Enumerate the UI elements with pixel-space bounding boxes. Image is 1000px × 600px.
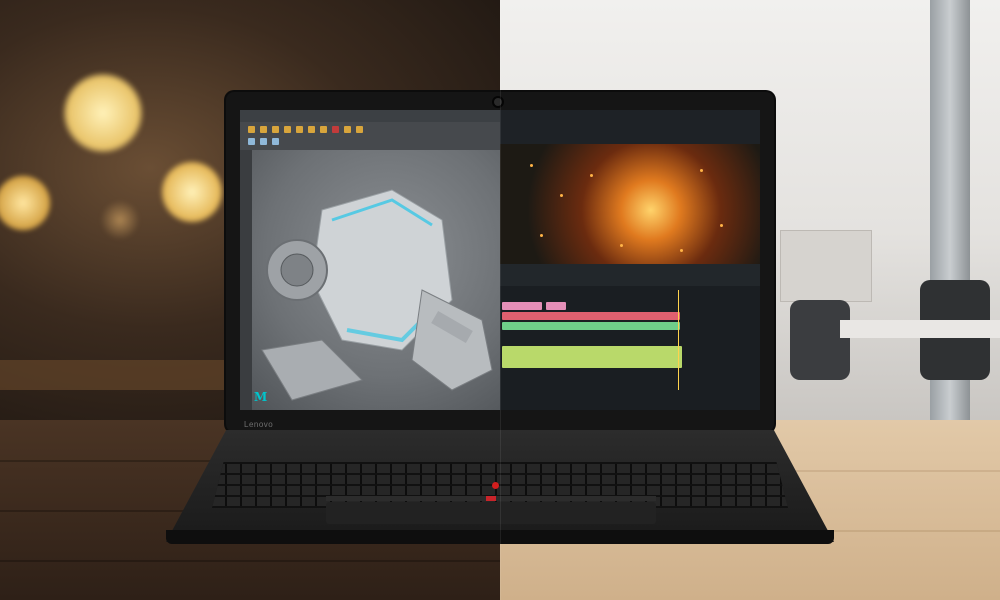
tool-icon <box>248 138 255 145</box>
office-desk <box>840 320 1000 338</box>
modeling-app-window: M <box>240 110 500 410</box>
spark <box>530 164 533 167</box>
tool-icon <box>260 138 267 145</box>
spark <box>700 169 703 172</box>
office-shelf <box>780 230 872 302</box>
3d-viewport: M <box>252 150 500 410</box>
spark <box>620 244 623 247</box>
tool-icon <box>272 138 279 145</box>
spark <box>590 174 593 177</box>
robot-model <box>261 189 493 401</box>
tool-icon <box>284 126 291 133</box>
video-editor-window <box>500 110 760 410</box>
spark <box>680 249 683 252</box>
bokeh-light <box>0 174 52 232</box>
maya-logo-icon: M <box>254 390 268 404</box>
tool-icon <box>308 126 315 133</box>
tool-icon <box>344 126 351 133</box>
video-preview <box>500 144 760 264</box>
tool-icon <box>260 126 267 133</box>
touchpad-button-accent <box>486 496 496 501</box>
menu-bar <box>240 110 500 122</box>
tool-icon <box>248 126 255 133</box>
trackpoint-icon <box>492 482 499 489</box>
bokeh-light <box>160 160 224 224</box>
bokeh-light <box>62 72 144 154</box>
tool-icon <box>356 126 363 133</box>
playhead <box>678 290 679 390</box>
spark <box>540 234 543 237</box>
transport-controls <box>500 264 760 286</box>
timeline-clip <box>502 302 542 310</box>
blurred-counter <box>0 360 230 390</box>
touchpad <box>326 502 656 524</box>
bokeh-light <box>100 200 140 240</box>
tool-icon <box>332 126 339 133</box>
tool-icon <box>296 126 303 133</box>
touchpad-buttons <box>326 496 656 501</box>
editor-header <box>500 110 760 144</box>
spark <box>720 224 723 227</box>
timeline-clip <box>502 312 680 320</box>
tool-icon <box>320 126 327 133</box>
split-divider <box>500 0 501 600</box>
timeline-clip <box>502 322 680 330</box>
spark <box>560 194 563 197</box>
brand-label: Lenovo <box>244 420 274 429</box>
toolbar <box>240 122 500 150</box>
timeline-clip <box>546 302 566 310</box>
timeline-clip <box>502 346 682 368</box>
tool-sidebar <box>240 150 252 410</box>
office-chair <box>790 300 850 380</box>
timeline <box>500 286 760 410</box>
tool-icon <box>272 126 279 133</box>
wood-grain <box>0 560 500 562</box>
